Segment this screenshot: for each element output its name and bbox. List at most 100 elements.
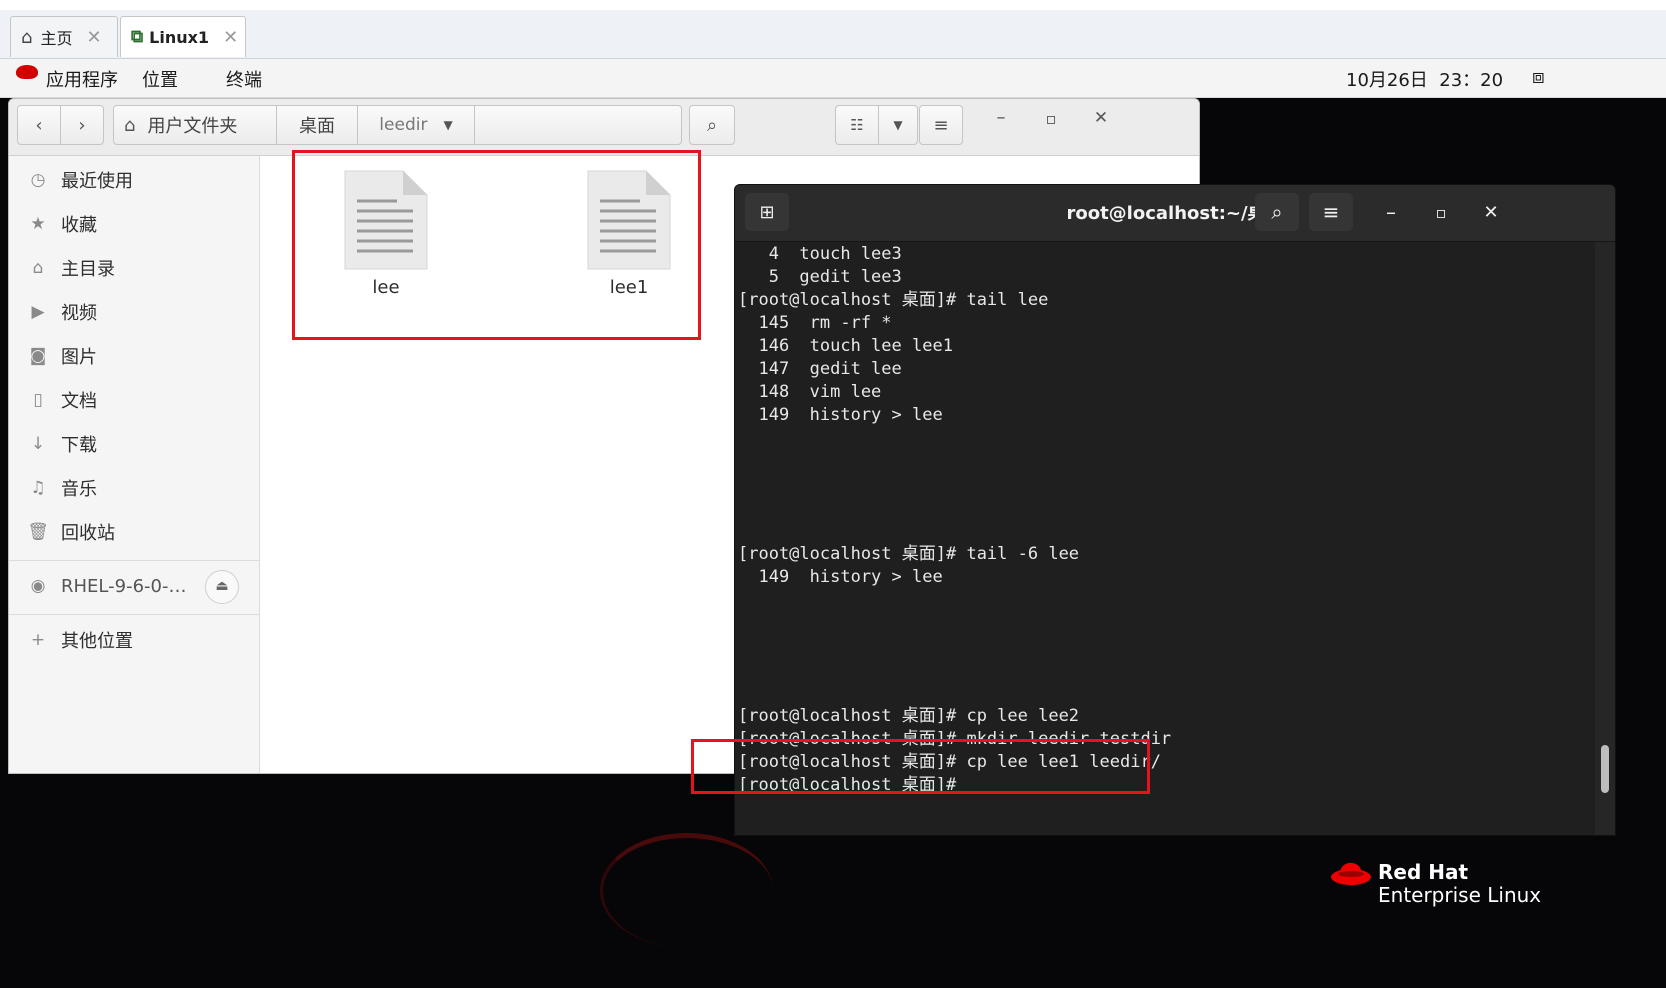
path-segment-label: leedir: [379, 115, 428, 135]
terminal-line: 147 gedit lee: [738, 359, 902, 379]
terminal-scrollbar[interactable]: [1595, 242, 1615, 835]
sidebar-item-label: 收藏: [61, 215, 97, 236]
sidebar-item-home[interactable]: ⌂ 主目录: [9, 248, 259, 288]
video-icon: ▶: [31, 302, 45, 322]
close-button[interactable]: ✕: [1089, 108, 1113, 142]
host-tab-bar: ⌂ 主页 ✕ ⧉ Linux1 ✕: [0, 10, 1666, 59]
file-manager-header: ‹ › ⌂ 用户文件夹 桌面 leedir ▼ ⌕ ☷ ▼ ≡ – ▫ ✕: [9, 99, 1199, 156]
dropdown-arrow-icon: ▼: [443, 118, 453, 132]
brand-product: Enterprise Linux: [1378, 883, 1542, 907]
terminal-line: [root@localhost 桌面]# tail -6 lee: [738, 544, 1080, 564]
chevron-right-icon: ›: [78, 114, 86, 136]
sidebar-item-label: 主目录: [61, 259, 115, 280]
disc-icon: ◉: [30, 576, 46, 596]
places-menu[interactable]: 位置: [142, 66, 178, 92]
new-tab-icon: ⊞: [759, 201, 775, 223]
close-button[interactable]: ✕: [1469, 193, 1513, 231]
sidebar-item-label: 图片: [61, 347, 97, 368]
close-icon[interactable]: ✕: [86, 27, 101, 48]
host-tab-label: 主页: [40, 29, 73, 48]
terminal-line: 149 history > lee: [738, 567, 943, 587]
terminal-line: 145 rm -rf *: [738, 313, 892, 333]
redhat-logo-icon: [1330, 860, 1372, 886]
sidebar-item-label: 回收站: [61, 523, 115, 544]
host-tab-home[interactable]: ⌂ 主页 ✕: [10, 16, 118, 57]
terminal-header: ⊞ root@localhost:~/桌面 ⌕ ≡ – ▫ ✕: [735, 185, 1615, 242]
maximize-button[interactable]: ▫: [1419, 193, 1463, 231]
sidebar-item-documents[interactable]: ▯ 文档: [9, 380, 259, 420]
sidebar-item-music[interactable]: ♫ 音乐: [9, 468, 259, 508]
gnome-top-bar: 应用程序 位置 终端 10月26日 23：20 ⧈: [0, 59, 1666, 98]
maximize-button[interactable]: ▫: [1039, 109, 1063, 143]
sidebar-item-starred[interactable]: ★ 收藏: [9, 204, 259, 244]
scrollbar-thumb[interactable]: [1601, 745, 1609, 793]
hamburger-icon: ≡: [933, 114, 949, 136]
network-icon[interactable]: ⧈: [1532, 64, 1545, 88]
clock-icon: ◷: [30, 170, 46, 190]
sidebar: ◷ 最近使用 ★ 收藏 ⌂ 主目录 ▶ 视频 ◙ 图片 ▯ 文档 ↓ 下载 ♫ 音乐 🗑 回收站 …: [9, 156, 260, 773]
plus-icon: +: [30, 630, 46, 650]
path-leedir[interactable]: leedir ▼: [357, 105, 475, 145]
sidebar-item-pictures[interactable]: ◙ 图片: [9, 336, 259, 376]
sidebar-item-label: 视频: [61, 303, 97, 324]
search-icon: ⌕: [706, 114, 718, 136]
maximize-icon: ▫: [1045, 109, 1057, 128]
close-icon: ✕: [1483, 201, 1499, 223]
hamburger-icon: ≡: [1322, 200, 1340, 224]
clock[interactable]: 10月26日 23：20: [1346, 66, 1503, 92]
minimize-button[interactable]: –: [989, 107, 1013, 141]
sidebar-item-label: 音乐: [61, 479, 97, 500]
close-icon[interactable]: ✕: [223, 27, 238, 48]
active-app-menu[interactable]: 终端: [226, 66, 262, 92]
menu-button[interactable]: ≡: [1309, 193, 1353, 231]
camera-icon: ◙: [29, 346, 47, 366]
list-view-icon: ☷: [850, 116, 864, 134]
search-button[interactable]: ⌕: [689, 105, 735, 145]
sidebar-item-recent[interactable]: ◷ 最近使用: [9, 160, 259, 200]
path-segment-label: 用户文件夹: [147, 116, 238, 137]
search-icon: ⌕: [1271, 200, 1283, 224]
sidebar-item-downloads[interactable]: ↓ 下载: [9, 424, 259, 464]
brand-name: Red Hat: [1378, 860, 1469, 884]
sidebar-divider: [9, 614, 259, 615]
minimize-button[interactable]: –: [1369, 193, 1413, 231]
host-tab-linux1[interactable]: ⧉ Linux1 ✕: [120, 16, 246, 57]
minimize-icon: –: [996, 107, 1006, 128]
view-list-button[interactable]: ☷: [835, 105, 879, 145]
redhat-icon: [16, 65, 38, 79]
view-options-button[interactable]: ▼: [878, 105, 918, 145]
eject-button[interactable]: ⏏: [205, 570, 239, 604]
eject-icon: ⏏: [215, 578, 229, 594]
sidebar-item-trash[interactable]: 🗑 回收站: [9, 512, 259, 552]
path-desktop[interactable]: 桌面: [276, 105, 358, 145]
sidebar-item-videos[interactable]: ▶ 视频: [9, 292, 259, 332]
back-button[interactable]: ‹: [17, 105, 61, 145]
search-button[interactable]: ⌕: [1255, 193, 1299, 231]
home-icon: ⌂: [32, 258, 44, 278]
maximize-icon: ▫: [1435, 202, 1447, 222]
sidebar-item-label: 文档: [61, 391, 97, 412]
sidebar-divider: [9, 560, 259, 561]
terminal-line: [root@localhost 桌面]# cp lee lee2: [738, 706, 1080, 726]
highlight-box: [292, 150, 701, 340]
chevron-down-icon: ▼: [893, 118, 903, 132]
terminal-line: [root@localhost 桌面]# tail lee: [738, 290, 1049, 310]
terminal-line: 148 vim lee: [738, 382, 882, 402]
terminal-line: 146 touch lee lee1: [738, 336, 953, 356]
minimize-icon: –: [1386, 200, 1396, 224]
sidebar-item-label: RHEL-9-6-0-…: [61, 575, 187, 597]
highlight-box: [691, 739, 1150, 794]
trash-icon: 🗑: [27, 522, 49, 542]
path-bar-empty[interactable]: [474, 105, 682, 145]
menu-button[interactable]: ≡: [919, 105, 963, 145]
desktop-decoration: [600, 833, 773, 948]
download-icon: ↓: [30, 434, 46, 454]
sidebar-item-other-locations[interactable]: + 其他位置: [9, 620, 259, 660]
sidebar-item-label: 下载: [61, 435, 97, 456]
path-home[interactable]: ⌂ 用户文件夹: [113, 105, 277, 145]
home-icon: ⌂: [21, 26, 33, 48]
applications-menu[interactable]: 应用程序: [46, 66, 118, 92]
forward-button[interactable]: ›: [60, 105, 104, 145]
close-icon: ✕: [1093, 108, 1109, 128]
new-tab-button[interactable]: ⊞: [745, 193, 789, 231]
